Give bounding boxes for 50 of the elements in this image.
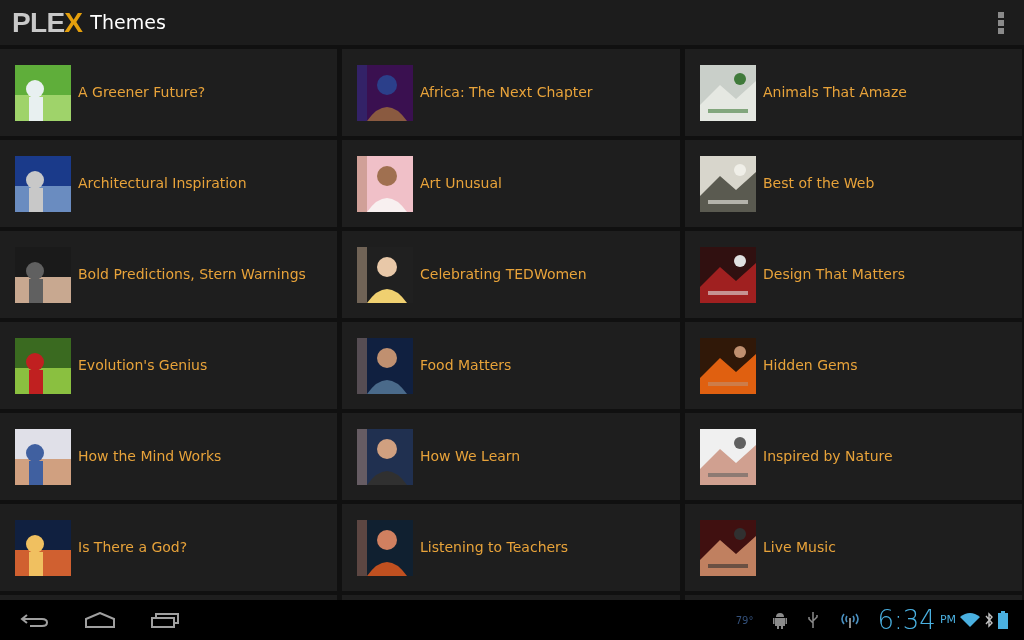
- theme-tile[interactable]: Africa: The Next Chapter: [342, 49, 680, 136]
- theme-tile[interactable]: Evolution's Genius: [0, 322, 337, 409]
- theme-tile[interactable]: Listening to Teachers: [342, 504, 680, 591]
- theme-title: Best of the Web: [763, 174, 875, 193]
- theme-tile[interactable]: Live Music: [685, 504, 1022, 591]
- theme-title: Is There a God?: [78, 538, 188, 557]
- theme-title: Design That Matters: [763, 265, 906, 284]
- theme-tile[interactable]: Celebrating TEDWomen: [342, 231, 680, 318]
- theme-title: Animals That Amaze: [763, 83, 907, 102]
- theme-tile[interactable]: Food Matters: [342, 322, 680, 409]
- theme-tile[interactable]: How We Learn: [342, 413, 680, 500]
- theme-tile[interactable]: Best of the Web: [685, 140, 1022, 227]
- theme-title: Bold Predictions, Stern Warnings: [78, 265, 306, 284]
- temperature: 79°: [735, 613, 754, 628]
- theme-tile[interactable]: Art Unusual: [342, 140, 680, 227]
- usb-icon: [807, 611, 820, 629]
- theme-title: Listening to Teachers: [420, 538, 569, 557]
- theme-tile[interactable]: Architectural Inspiration: [0, 140, 337, 227]
- window-title: Themes: [90, 10, 166, 36]
- theme-tile[interactable]: Is There a God?: [0, 504, 337, 591]
- theme-title: A Greener Future?: [78, 83, 206, 102]
- theme-title: How We Learn: [420, 447, 521, 466]
- theme-title: Celebrating TEDWomen: [420, 265, 587, 284]
- theme-title: Inspired by Nature: [763, 447, 893, 466]
- logo: PLEX: [12, 8, 83, 37]
- battery-icon: [998, 611, 1008, 629]
- theme-title: How the Mind Works: [78, 447, 222, 466]
- theme-title: Evolution's Genius: [78, 356, 208, 375]
- meridiem: PM: [939, 611, 956, 628]
- android-icon: [773, 611, 788, 629]
- home-icon[interactable]: [84, 612, 116, 628]
- theme-title: Art Unusual: [420, 174, 502, 193]
- theme-tile[interactable]: Bold Predictions, Stern Warnings: [0, 231, 337, 318]
- theme-title: Live Music: [763, 538, 836, 557]
- signal-icon: [839, 611, 862, 629]
- bluetooth-icon: [984, 612, 994, 628]
- theme-title: Architectural Inspiration: [78, 174, 247, 193]
- theme-title: Hidden Gems: [763, 356, 858, 375]
- theme-tile[interactable]: A Greener Future?: [0, 49, 337, 136]
- back-icon[interactable]: [20, 612, 50, 628]
- theme-tile[interactable]: Design That Matters: [685, 231, 1022, 318]
- recent-apps-icon[interactable]: [150, 612, 180, 628]
- theme-tile[interactable]: Inspired by Nature: [685, 413, 1022, 500]
- theme-title: Food Matters: [420, 356, 512, 375]
- theme-tile[interactable]: Hidden Gems: [685, 322, 1022, 409]
- theme-tile[interactable]: Animals That Amaze: [685, 49, 1022, 136]
- theme-title: Africa: The Next Chapter: [420, 83, 593, 102]
- clock: 6:34: [877, 607, 936, 633]
- theme-tile[interactable]: How the Mind Works: [0, 413, 337, 500]
- wifi-icon: [960, 612, 980, 628]
